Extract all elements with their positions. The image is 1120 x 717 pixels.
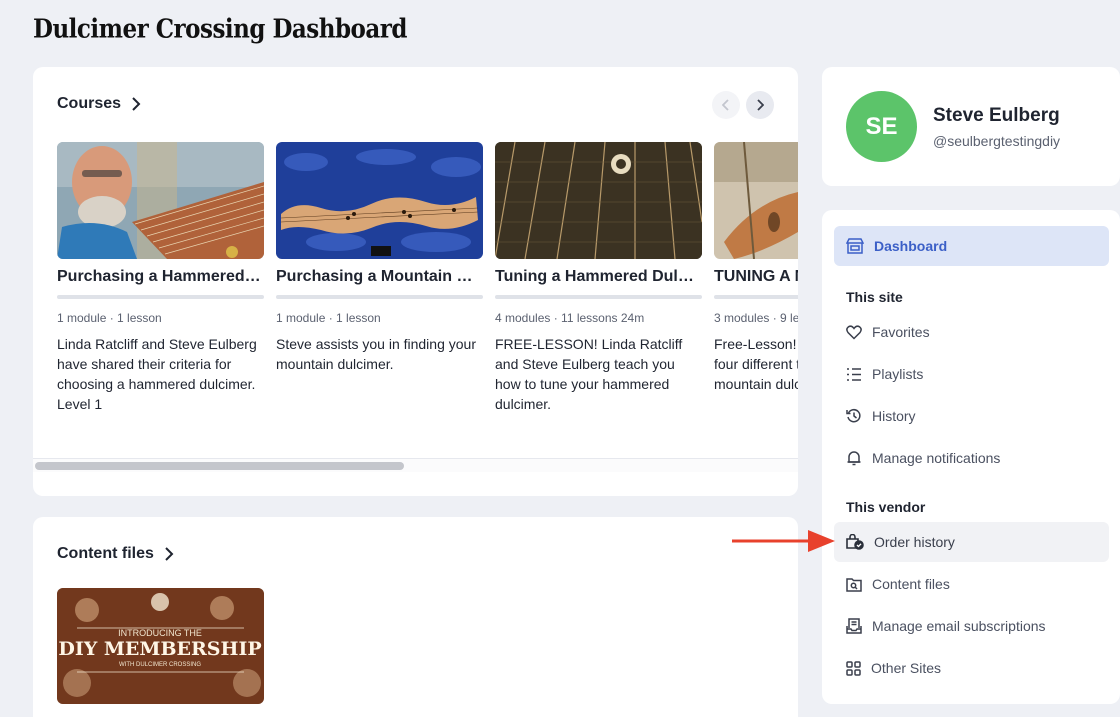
bell-icon — [847, 451, 861, 466]
bag-check-icon — [846, 534, 864, 550]
content-files-heading-link[interactable]: Content files — [57, 545, 174, 563]
courses-heading-link[interactable]: Courses — [57, 95, 141, 113]
scrollbar-thumb[interactable] — [35, 462, 404, 470]
content-file-thumbnail[interactable]: INTRODUCING THE DIY MEMBERSHIP WITH DULC… — [57, 588, 264, 704]
mail-tray-icon — [846, 618, 862, 634]
sidebar-item-order-history[interactable]: Order history — [834, 522, 1109, 562]
sidebar-item-history[interactable]: History — [834, 396, 1109, 436]
course-thumbnail — [714, 142, 798, 259]
chevron-right-icon — [757, 99, 764, 111]
sidebar-item-content-files[interactable]: Content files — [834, 564, 1109, 604]
course-description: Linda Ratcliff and Steve Eulberg have sh… — [57, 336, 257, 412]
chevron-right-icon — [165, 547, 174, 561]
course-thumbnail — [57, 142, 264, 259]
history-icon — [846, 408, 861, 423]
sidebar-item-label: Manage notifications — [872, 450, 1001, 466]
content-files-heading: Content files — [57, 545, 154, 562]
course-title[interactable]: Purchasing a Mountain Dulcimer — [276, 268, 483, 286]
course-progress-bar — [276, 295, 483, 299]
chevron-left-icon — [722, 99, 729, 111]
folder-search-icon — [846, 577, 862, 592]
avatar[interactable]: SE — [846, 91, 917, 162]
course-meta: 3 modules · 9 lessons 30m — [714, 311, 798, 325]
sidebar-item-label: Favorites — [872, 324, 930, 340]
course-progress-bar — [57, 295, 264, 299]
sidebar-item-favorites[interactable]: Favorites — [834, 312, 1109, 352]
carousel-scrollbar[interactable] — [33, 458, 798, 472]
chevron-right-icon — [132, 97, 141, 111]
sidebar-item-label: Other Sites — [871, 660, 942, 676]
sidebar-item-label: Dashboard — [874, 238, 948, 254]
grid-icon — [846, 660, 861, 676]
file-line2: DIY MEMBERSHIP — [58, 638, 261, 660]
course-thumbnail — [495, 142, 702, 259]
this-vendor-heading: This vendor — [846, 499, 926, 515]
page-title: Dulcimer Crossing Dashboard — [33, 14, 408, 45]
sidebar-item-label: Playlists — [872, 366, 924, 382]
course-meta: 4 modules · 11 lessons 24m — [495, 311, 645, 325]
file-line3: WITH DULCIMER CROSSING — [119, 662, 201, 668]
course-progress-bar — [495, 295, 702, 299]
user-handle: @seulbergtestingdiy — [933, 133, 1061, 149]
carousel-next-button[interactable] — [746, 91, 774, 119]
course-description: Steve assists you in finding your mounta… — [276, 336, 476, 372]
storefront-icon — [846, 238, 864, 254]
course-title[interactable]: TUNING A MOUNTAIN DULCIMER — [714, 268, 798, 286]
sidebar-item-playlists[interactable]: Playlists — [834, 354, 1109, 394]
sidebar-item-label: Manage email subscriptions — [872, 618, 1046, 634]
course-card[interactable]: Purchasing a Hammered Dulcimer 1 module … — [57, 142, 264, 414]
course-meta: 1 module · 1 lesson — [57, 311, 162, 325]
course-progress-bar — [714, 295, 798, 299]
course-description: FREE-LESSON! Linda Ratcliff and Steve Eu… — [495, 336, 683, 412]
course-card[interactable]: Purchasing a Mountain Dulcimer 1 module … — [276, 142, 483, 374]
course-title[interactable]: Tuning a Hammered Dulcimer — [495, 268, 702, 286]
sidebar-item-manage-email-subscriptions[interactable]: Manage email subscriptions — [834, 606, 1109, 646]
heart-icon — [846, 324, 862, 340]
course-thumbnail — [276, 142, 483, 259]
sidebar-item-label: Content files — [872, 576, 950, 592]
course-card[interactable]: TUNING A MOUNTAIN DULCIMER 3 modules · 9… — [714, 142, 798, 394]
carousel-nav — [712, 91, 774, 119]
sidebar-item-manage-notifications[interactable]: Manage notifications — [834, 438, 1109, 478]
sidebar-nav: Dashboard This site Favorites Playlists … — [822, 210, 1120, 704]
course-carousel: Purchasing a Hammered Dulcimer 1 module … — [57, 142, 798, 452]
course-card[interactable]: Tuning a Hammered Dulcimer 4 modules · 1… — [495, 142, 702, 414]
sidebar-item-other-sites[interactable]: Other Sites — [834, 648, 1109, 688]
course-meta: 1 module · 1 lesson — [276, 311, 381, 325]
list-icon — [847, 367, 861, 381]
user-name: Steve Eulberg — [933, 105, 1060, 126]
file-line1: INTRODUCING THE — [118, 628, 202, 638]
profile-card: SE Steve Eulberg @seulbergtestingdiy — [822, 67, 1120, 186]
course-title[interactable]: Purchasing a Hammered Dulcimer — [57, 268, 264, 286]
annotation-arrow-icon — [732, 530, 835, 552]
sidebar-item-label: History — [872, 408, 916, 424]
sidebar-item-dashboard[interactable]: Dashboard — [834, 226, 1109, 266]
courses-card: Courses Purchasing a Hammered D 1 module… — [33, 67, 798, 496]
content-files-card: Content files INTRODUCING THE DIY MEMBER… — [33, 517, 798, 717]
courses-heading: Courses — [57, 95, 122, 112]
sidebar-item-label: Order history — [874, 534, 955, 550]
course-description: Free-Lesson! Steve teaches you four diff… — [714, 336, 798, 392]
this-site-heading: This site — [846, 289, 903, 305]
carousel-prev-button[interactable] — [712, 91, 740, 119]
